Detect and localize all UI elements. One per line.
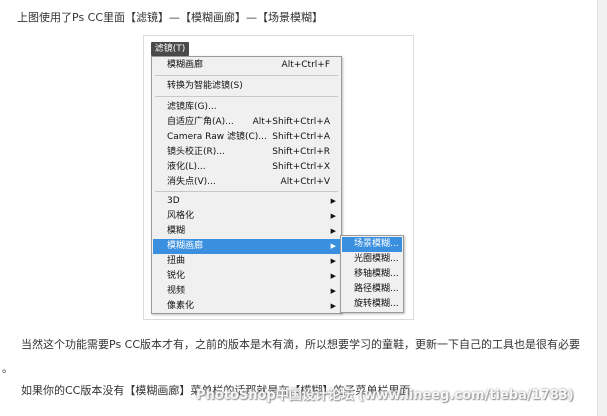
menu-item-label: 液化(L)... — [167, 162, 206, 172]
menu-item-liquify[interactable]: 液化(L)... Shift+Ctrl+X — [153, 160, 340, 175]
blur-gallery-submenu: 场景模糊... 光圈模糊... 移轴模糊... 路径模糊... 旋转模糊... — [340, 235, 404, 313]
menu-item-sharpen[interactable]: 锐化 ▶ — [153, 269, 340, 284]
menu-item-label: Camera Raw 滤镜(C)... — [167, 132, 267, 142]
submenu-item-path-blur[interactable]: 路径模糊... — [342, 282, 402, 297]
triangle-right-icon: ▶ — [330, 212, 336, 220]
menu-item-shortcut: Shift+Ctrl+R — [272, 147, 330, 157]
menu-item-label: 锐化 — [167, 271, 186, 281]
menu-item-lens-correction[interactable]: 镜头校正(R)... Shift+Ctrl+R — [153, 145, 340, 160]
menu-item-3d[interactable]: 3D ▶ — [153, 194, 340, 209]
submenu-item-label: 旋转模糊... — [354, 299, 399, 309]
menu-item-convert-smart-filter[interactable]: 转换为智能滤镜(S) — [153, 79, 340, 94]
triangle-right-icon: ▶ — [330, 197, 336, 205]
menu-item-shortcut: Alt+Ctrl+V — [280, 177, 330, 187]
menu-item-shortcut: Alt+Shift+Ctrl+A — [252, 117, 330, 127]
menu-item-filter-gallery[interactable]: 滤镜库(G)... — [153, 100, 340, 115]
submenu-item-spin-blur[interactable]: 旋转模糊... — [342, 297, 402, 312]
menu-item-label: 扭曲 — [167, 256, 186, 266]
triangle-right-icon: ▶ — [330, 242, 336, 250]
submenu-item-field-blur[interactable]: 场景模糊... — [342, 237, 402, 252]
menu-item-label: 3D — [167, 196, 180, 206]
menu-item-label: 转换为智能滤镜(S) — [167, 81, 243, 91]
menu-item-shortcut: Alt+Ctrl+F — [281, 60, 330, 70]
menu-item-stylize[interactable]: 风格化 ▶ — [153, 209, 340, 224]
triangle-right-icon: ▶ — [330, 272, 336, 280]
menu-item-adaptive-wide-angle[interactable]: 自适应广角(A)... Alt+Shift+Ctrl+A — [153, 115, 340, 130]
submenu-item-iris-blur[interactable]: 光圈模糊... — [342, 252, 402, 267]
submenu-item-label: 光圈模糊... — [354, 254, 399, 264]
menu-item-label: 模糊画廊 — [167, 60, 204, 70]
submenu-item-label: 路径模糊... — [354, 284, 399, 294]
scrollbar[interactable] — [597, 0, 607, 416]
submenu-item-label: 移轴模糊... — [354, 269, 399, 279]
submenu-item-tilt-shift[interactable]: 移轴模糊... — [342, 267, 402, 282]
menu-separator — [155, 96, 338, 97]
menu-item-label: 风格化 — [167, 211, 195, 221]
menu-item-distort[interactable]: 扭曲 ▶ — [153, 254, 340, 269]
menu-tab-filter[interactable]: 滤镜(T) — [151, 42, 189, 56]
paragraph-text-continued: 。 — [2, 362, 13, 375]
menu-item-video[interactable]: 视频 ▶ — [153, 284, 340, 299]
submenu-item-label: 场景模糊... — [354, 239, 399, 249]
menu-separator — [155, 191, 338, 192]
triangle-right-icon: ▶ — [330, 302, 336, 310]
menu-item-blur-gallery[interactable]: 模糊画廊 ▶ — [153, 239, 340, 254]
triangle-right-icon: ▶ — [330, 227, 336, 235]
triangle-right-icon: ▶ — [330, 287, 336, 295]
menu-item-label: 滤镜库(G)... — [167, 102, 217, 112]
menu-item-shortcut: Shift+Ctrl+A — [272, 132, 330, 142]
menu-item-label: 镜头校正(R)... — [167, 147, 225, 157]
menu-item-pixelate[interactable]: 像素化 ▶ — [153, 299, 340, 314]
menu-item-blur[interactable]: 模糊 ▶ — [153, 224, 340, 239]
intro-text: 上图使用了Ps CC里面【滤镜】—【模糊画廊】—【场景模糊】 — [17, 11, 324, 24]
menu-item-blur-gallery-top[interactable]: 模糊画廊 Alt+Ctrl+F — [153, 58, 340, 73]
watermark: PhotoShop中国设计论坛 (www.lineeg.com/tieba/17… — [196, 388, 574, 403]
menu-item-label: 视频 — [167, 286, 186, 296]
menu-item-camera-raw[interactable]: Camera Raw 滤镜(C)... Shift+Ctrl+A — [153, 130, 340, 145]
menu-item-vanishing-point[interactable]: 消失点(V)... Alt+Ctrl+V — [153, 175, 340, 190]
menu-item-label: 自适应广角(A)... — [167, 117, 234, 127]
menu-item-label: 模糊 — [167, 226, 186, 236]
menu-item-shortcut: Shift+Ctrl+X — [272, 162, 330, 172]
menu-item-label: 像素化 — [167, 301, 195, 311]
filter-menu: 模糊画廊 Alt+Ctrl+F 转换为智能滤镜(S) 滤镜库(G)... 自适应… — [151, 56, 342, 314]
paragraph-text: 当然这个功能需要Ps CC版本才有，之前的版本是木有滴，所以想要学习的童鞋，更新… — [21, 338, 581, 351]
menu-separator — [155, 75, 338, 76]
menu-item-label: 模糊画廊 — [167, 241, 204, 251]
triangle-right-icon: ▶ — [330, 257, 336, 265]
menu-item-label: 消失点(V)... — [167, 177, 216, 187]
